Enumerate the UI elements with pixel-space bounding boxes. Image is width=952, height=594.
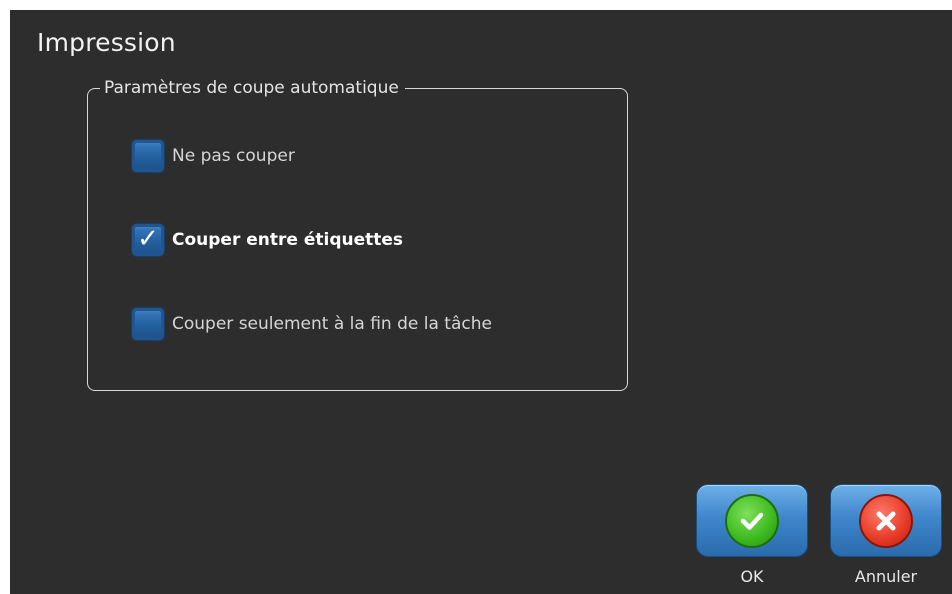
cancel-x-icon: [859, 493, 913, 548]
cut-between-labels-label: Couper entre étiquettes: [172, 230, 404, 250]
cut-between-labels-checkbox[interactable]: ✓: [131, 223, 165, 257]
no-cut-label: Ne pas couper: [172, 146, 295, 166]
option-no-cut[interactable]: Ne pas couper: [131, 139, 295, 173]
checkmark-icon: ✓: [137, 224, 159, 254]
option-cut-end-of-job[interactable]: Couper seulement à la fin de la tâche: [131, 307, 492, 341]
ok-button[interactable]: [696, 484, 808, 557]
cut-settings-legend: Paramètres de coupe automatique: [100, 78, 405, 98]
no-cut-checkbox[interactable]: [131, 139, 165, 173]
cancel-button[interactable]: [830, 484, 942, 557]
ok-button-label: OK: [740, 567, 764, 586]
cut-end-of-job-label: Couper seulement à la fin de la tâche: [172, 314, 492, 334]
dialog-title: Impression: [37, 28, 176, 57]
cut-settings-group: Paramètres de coupe automatique Ne pas c…: [87, 78, 628, 391]
cut-end-of-job-checkbox[interactable]: [131, 307, 165, 341]
option-cut-between-labels[interactable]: ✓ Couper entre étiquettes: [131, 223, 403, 257]
cancel-button-label: Annuler: [854, 567, 918, 586]
ok-check-icon: [725, 493, 779, 548]
print-dialog: Impression Paramètres de coupe automatiq…: [10, 10, 952, 594]
